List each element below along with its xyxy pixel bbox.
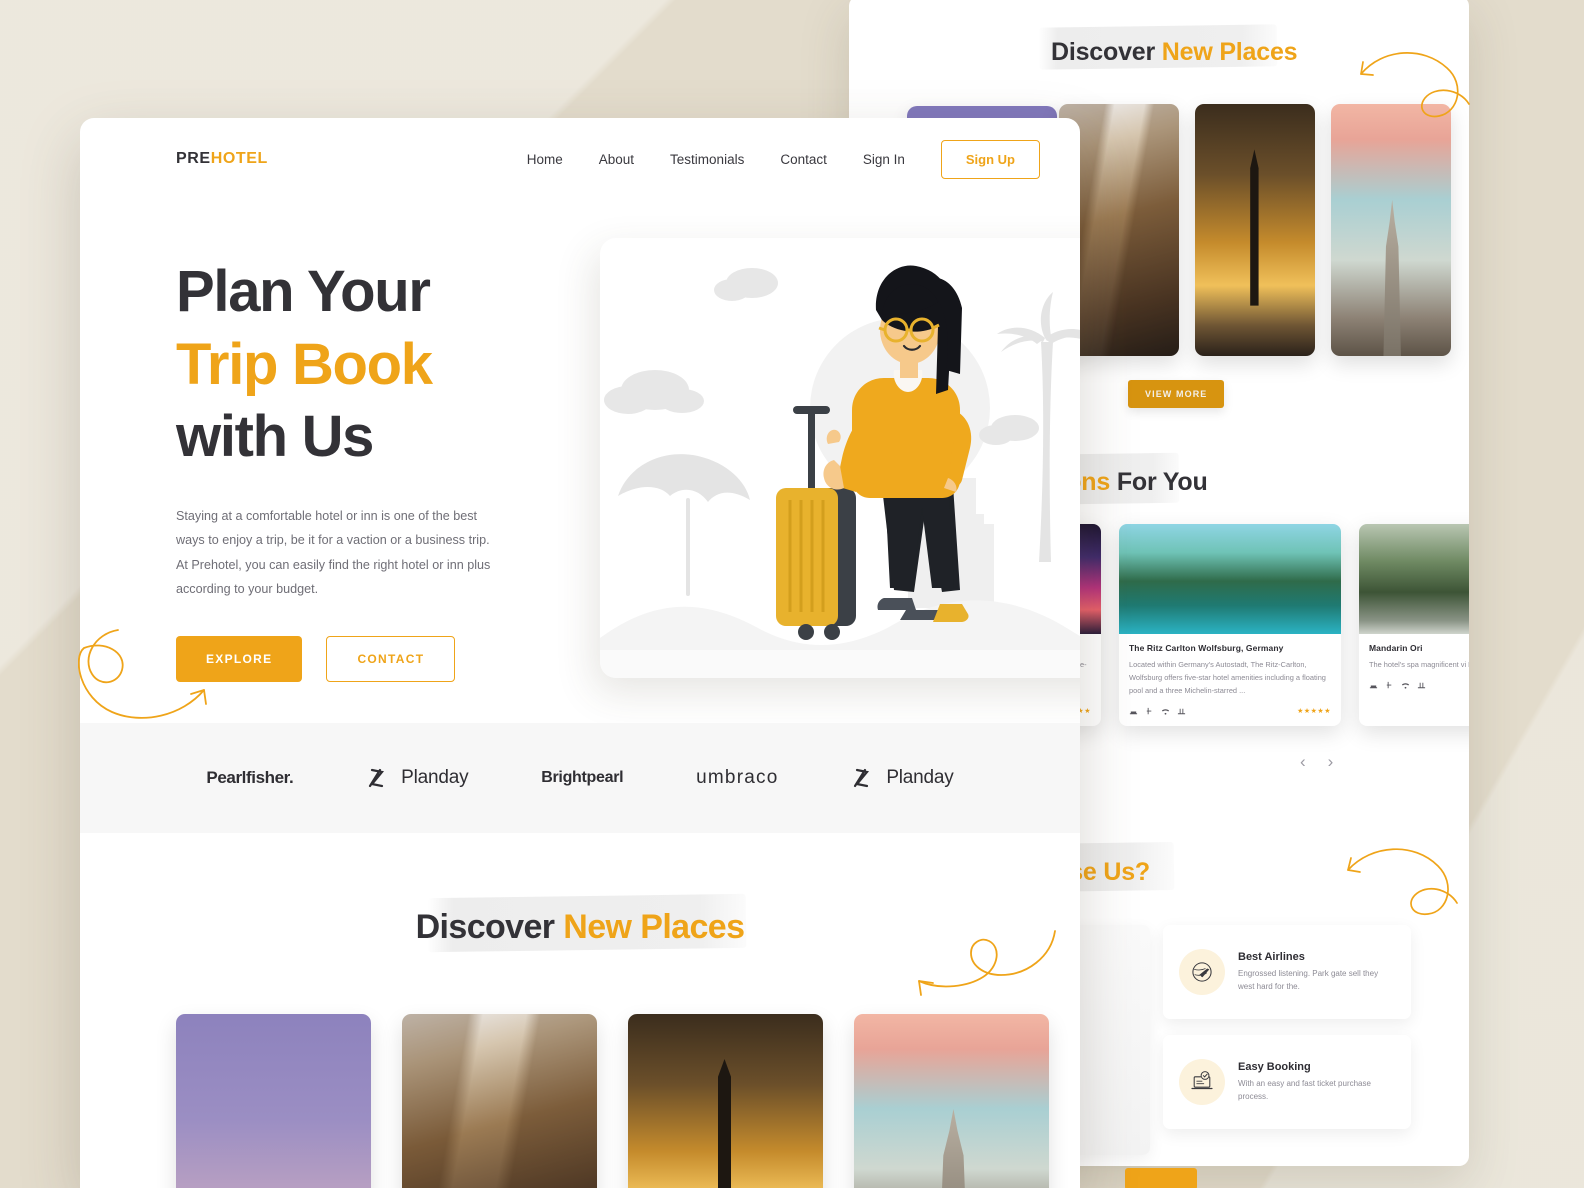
wifi-icon: [1161, 709, 1170, 715]
pool-icon: [1177, 708, 1186, 715]
fg-destination-image-obelisk[interactable]: [628, 1014, 823, 1188]
fg-discover-title-plain: Discover: [415, 908, 564, 946]
feature-title: Best Airlines: [1238, 950, 1305, 963]
hero-cta-group: EXPLORE CONTACT: [176, 635, 536, 682]
pool-icon: [1417, 682, 1426, 689]
brand-logo-brightpearl: Brightpearl: [541, 769, 624, 786]
nav-link-about[interactable]: About: [599, 152, 634, 167]
hotel-amenities: [1369, 681, 1426, 690]
fg-discover-image-row: [176, 1014, 1049, 1188]
bg-bottom-cta-button[interactable]: [1125, 1168, 1197, 1188]
brand-logo-umbraco: umbraco: [696, 767, 779, 788]
explore-button[interactable]: EXPLORE: [176, 635, 303, 682]
hotel-description: Located within Germany's Autostadt, The …: [1129, 660, 1326, 695]
bg-feature-card-list: Best Airlines Engrossed listening. Park …: [1163, 925, 1411, 1129]
feature-title: Easy Booking: [1238, 1060, 1311, 1073]
fg-destination-image-church[interactable]: [854, 1014, 1049, 1188]
bg-discover-title-plain: Discover: [1051, 38, 1162, 66]
hero-title-line-2: Trip Book: [176, 331, 433, 397]
nav-links: Home About Testimonials Contact Sign In …: [527, 139, 1040, 179]
fg-destination-image-buildings[interactable]: [402, 1014, 597, 1188]
fg-destination-image-purple-sky[interactable]: [176, 1014, 371, 1188]
fg-discover-title-highlight: New Places: [563, 908, 745, 946]
hero-illustration-card: [600, 238, 1080, 678]
nav-link-sign-in[interactable]: Sign In: [863, 152, 905, 167]
brand-logo-planday-label: Planday: [401, 767, 469, 788]
globe-airplane-icon: [1179, 949, 1225, 995]
laptop-check-icon: [1179, 1059, 1225, 1105]
wifi-icon: [1401, 683, 1410, 689]
bed-icon: [1129, 711, 1138, 715]
brand-logo-strip: Pearlfisher. Planday Brightpearl umbraco…: [80, 723, 1080, 833]
shower-icon: [1146, 707, 1152, 715]
brand-logo-planday-1: Planday: [366, 766, 469, 790]
hotel-star-rating: ★★★★★: [1297, 708, 1331, 716]
hotel-photo: [1359, 524, 1469, 634]
site-logo[interactable]: PREHOTEL: [176, 150, 268, 168]
bg-destination-image-obelisk[interactable]: [1195, 104, 1315, 356]
feature-description: Engrossed listening. Park gate sell they…: [1238, 968, 1379, 991]
hotel-card[interactable]: The Ritz Carlton Wolfsburg, Germany Loca…: [1119, 524, 1341, 726]
sign-up-button[interactable]: Sign Up: [940, 139, 1040, 179]
hotel-name: Mandarin Ori: [1369, 643, 1423, 653]
page-title: Plan Your Trip Book with Us: [176, 256, 536, 474]
bg-carousel-navigation: ‹ ›: [1300, 752, 1333, 772]
planday-mark-icon: [854, 768, 870, 788]
fg-discover-title: Discover New Places: [80, 908, 1080, 947]
feature-card-easy-booking[interactable]: Easy Booking With an easy and fast ticke…: [1163, 1035, 1411, 1129]
shower-icon: [1386, 681, 1392, 689]
carousel-next-icon[interactable]: ›: [1328, 752, 1334, 772]
bg-discover-image-row: [1059, 104, 1451, 356]
hero-title-line-1: Plan Your: [176, 259, 431, 324]
hotel-card[interactable]: Mandarin Ori The hotel's spa magnificent…: [1359, 524, 1469, 726]
navbar: PREHOTEL Home About Testimonials Contact…: [80, 118, 1080, 200]
nav-link-contact[interactable]: Contact: [780, 152, 827, 167]
brand-logo-pearlfisher: Pearlfisher.: [206, 768, 294, 787]
brand-logo-planday-2: Planday: [851, 766, 954, 790]
hero-paragraph: Staying at a comfortable hotel or inn is…: [176, 508, 491, 597]
nav-link-home[interactable]: Home: [527, 152, 563, 167]
bg-discover-title: Discover New Places: [1051, 38, 1298, 67]
bg-destinations-title-plain: For You: [1110, 468, 1208, 496]
hotel-photo: [1119, 524, 1341, 634]
feature-description: With an easy and fast ticket purchase pr…: [1238, 1078, 1371, 1101]
nav-link-testimonials[interactable]: Testimonials: [670, 152, 744, 167]
contact-button[interactable]: CONTACT: [326, 635, 456, 682]
logo-hotel: HOTEL: [210, 150, 268, 167]
foreground-landing-page: PREHOTEL Home About Testimonials Contact…: [80, 118, 1080, 1188]
carousel-prev-icon[interactable]: ‹: [1300, 752, 1306, 772]
hero-title-line-3: with Us: [176, 404, 374, 469]
feature-card-best-airlines[interactable]: Best Airlines Engrossed listening. Park …: [1163, 925, 1411, 1019]
bg-discover-title-highlight: New Places: [1161, 38, 1298, 66]
hotel-name: The Ritz Carlton Wolfsburg, Germany: [1129, 643, 1284, 653]
bed-icon: [1369, 685, 1378, 689]
brand-logo-planday-label: Planday: [886, 767, 954, 788]
bg-view-more-button[interactable]: VIEW MORE: [1128, 380, 1225, 408]
bg-destination-image-church[interactable]: [1331, 104, 1451, 356]
hotel-description: The hotel's spa magnificent vi Harbour a…: [1369, 660, 1469, 669]
logo-pre: PRE: [176, 150, 211, 167]
hotel-amenities: [1129, 707, 1186, 716]
female-traveler-with-suitcase-illustration: [600, 265, 1080, 678]
hero-text-block: Plan Your Trip Book with Us Staying at a…: [176, 236, 536, 682]
planday-mark-icon: [369, 768, 385, 788]
